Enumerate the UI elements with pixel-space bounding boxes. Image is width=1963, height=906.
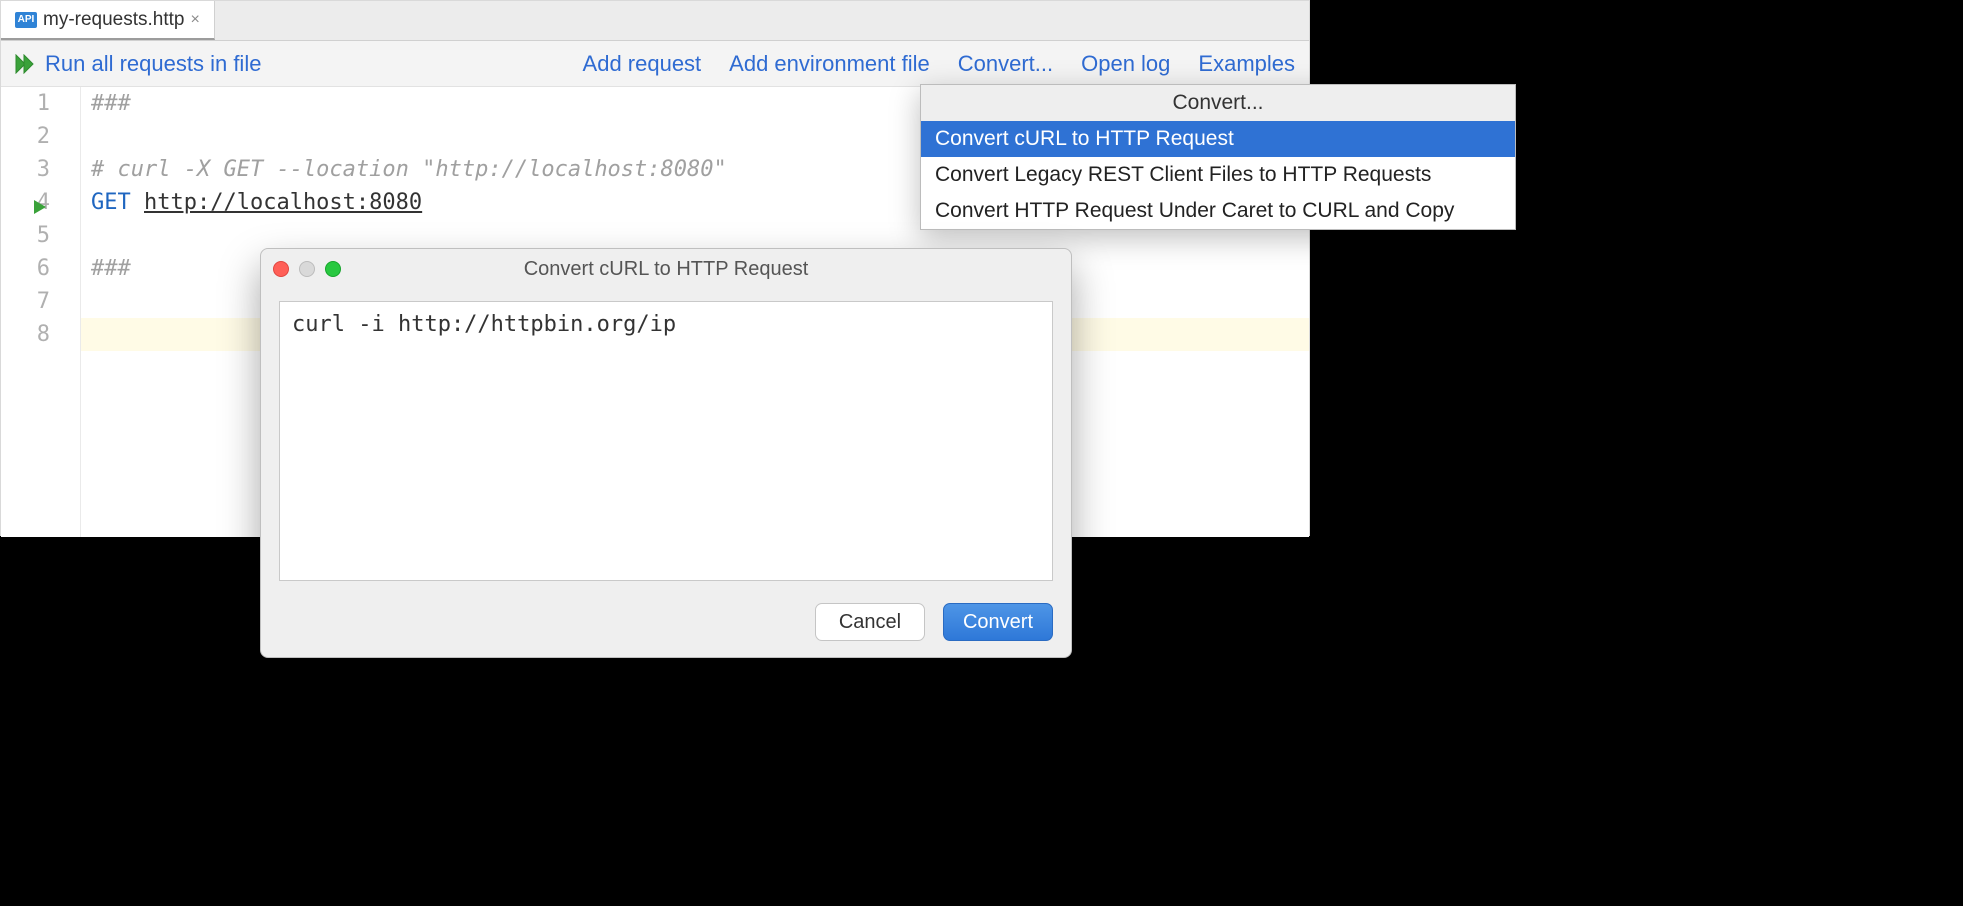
line-number: 6 xyxy=(1,252,50,285)
zoom-window-icon[interactable] xyxy=(325,261,341,277)
convert-link[interactable]: Convert... xyxy=(958,51,1053,77)
gutter: 1 2 3 4 5 6 7 8 xyxy=(1,87,81,537)
line-number: 3 xyxy=(1,153,50,186)
open-log-link[interactable]: Open log xyxy=(1081,51,1170,77)
line-number: 7 xyxy=(1,285,50,318)
menu-item-convert-legacy[interactable]: Convert Legacy REST Client Files to HTTP… xyxy=(921,157,1515,193)
convert-curl-dialog: Convert cURL to HTTP Request Cancel Conv… xyxy=(260,248,1072,658)
line-number: 8 xyxy=(1,318,50,351)
menu-item-convert-curl[interactable]: Convert cURL to HTTP Request xyxy=(921,121,1515,157)
line-number: 4 xyxy=(1,186,50,219)
run-gutter-icon[interactable] xyxy=(34,194,46,227)
code-comment: # curl -X GET --location "http://localho… xyxy=(91,157,727,182)
run-all-requests-button[interactable]: Run all requests in file xyxy=(15,51,261,77)
api-file-icon: API xyxy=(15,12,37,28)
dialog-titlebar[interactable]: Convert cURL to HTTP Request xyxy=(261,249,1071,289)
code-text: ### xyxy=(91,91,131,116)
add-request-link[interactable]: Add request xyxy=(583,51,702,77)
curl-input[interactable] xyxy=(279,301,1053,581)
play-all-icon xyxy=(15,54,37,74)
editor-tabstrip: API my-requests.http × xyxy=(1,1,1309,41)
http-toolbar: Run all requests in file Add request Add… xyxy=(1,41,1309,87)
cancel-button[interactable]: Cancel xyxy=(815,603,925,641)
line-number: 2 xyxy=(1,120,50,153)
minimize-window-icon xyxy=(299,261,315,277)
editor-tab-filename: my-requests.http xyxy=(43,9,185,31)
editor-tab[interactable]: API my-requests.http × xyxy=(1,1,215,40)
line-number: 1 xyxy=(1,87,50,120)
http-method: GET xyxy=(91,190,131,215)
convert-button[interactable]: Convert xyxy=(943,603,1053,641)
menu-item-convert-to-curl[interactable]: Convert HTTP Request Under Caret to CURL… xyxy=(921,193,1515,229)
http-url: http://localhost:8080 xyxy=(144,190,422,215)
window-controls xyxy=(273,261,341,277)
dialog-title: Convert cURL to HTTP Request xyxy=(524,258,809,281)
convert-menu: Convert... Convert cURL to HTTP Request … xyxy=(920,84,1516,230)
examples-link[interactable]: Examples xyxy=(1198,51,1295,77)
code-text: ### xyxy=(91,256,131,281)
add-environment-file-link[interactable]: Add environment file xyxy=(729,51,930,77)
menu-title: Convert... xyxy=(921,85,1515,121)
close-window-icon[interactable] xyxy=(273,261,289,277)
close-icon[interactable]: × xyxy=(191,11,200,29)
run-all-label: Run all requests in file xyxy=(45,51,261,77)
